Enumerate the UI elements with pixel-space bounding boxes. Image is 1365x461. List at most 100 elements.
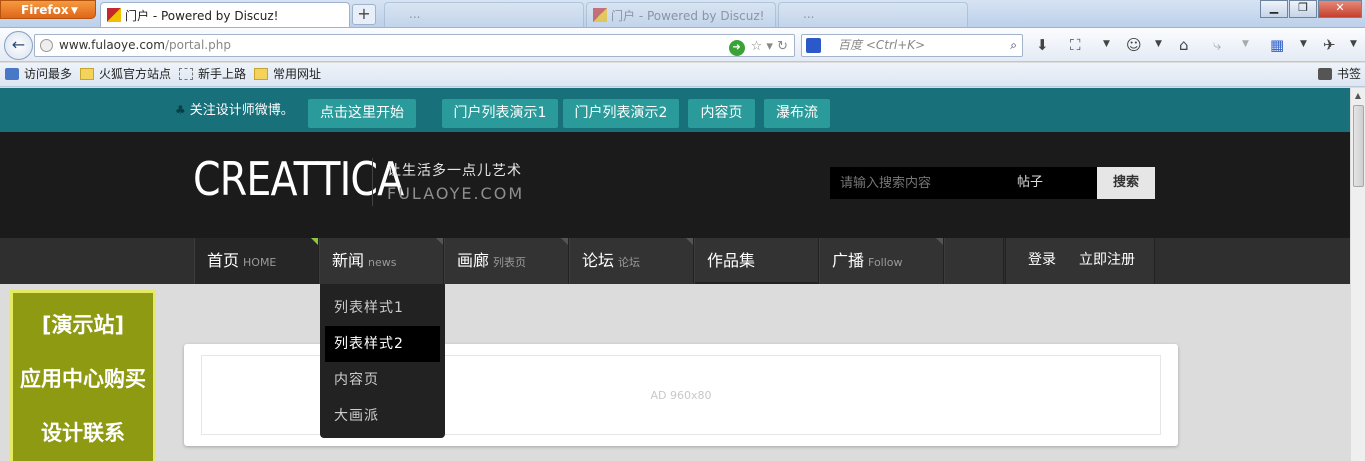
bookmark-star-icon[interactable]: ☆ <box>751 39 763 54</box>
bookmark-label: 新手上路 <box>198 67 247 81</box>
dropdown-item-dahuapai[interactable]: 大画派 <box>325 398 440 434</box>
corner-accent <box>311 238 318 245</box>
nav-sublabel: news <box>368 256 397 269</box>
nav-label: 首页 <box>207 251 240 270</box>
waterfall-button[interactable]: 瀑布流 <box>764 99 830 128</box>
address-bar[interactable]: www.fulaoye.com/portal.php ➜ ☆ ▾ ↻ <box>34 34 795 57</box>
nav-label: 作品集 <box>707 251 756 270</box>
back-arrow-icon[interactable]: ← <box>4 31 33 60</box>
nav-item-forum[interactable]: 论坛 论坛 <box>569 238 694 284</box>
nav-item-broadcast[interactable]: 广播 Follow <box>819 238 944 284</box>
chevron-down-icon[interactable]: ▾ <box>766 39 773 54</box>
search-type-select[interactable]: 帖子 <box>1017 167 1043 199</box>
chevron-down-icon[interactable]: ▼ <box>1350 39 1357 49</box>
logo-divider <box>372 158 373 206</box>
firefox-menu-button[interactable]: Firefox ▼ <box>0 0 96 19</box>
bookmark-label: 火狐官方站点 <box>99 67 172 81</box>
side-ad-design-contact[interactable]: 设计联系 <box>13 417 153 447</box>
url-path: /portal.php <box>164 38 231 52</box>
chevron-down-icon: ▼ <box>71 6 78 16</box>
search-engine-icon[interactable] <box>806 38 821 53</box>
dropdown-item-content-page[interactable]: 内容页 <box>325 362 440 398</box>
weibo-follow[interactable]: ♣ 关注设计师微博。 <box>175 88 294 133</box>
bookmark-common-sites[interactable]: 常用网址 <box>254 63 321 86</box>
side-ad-app-center[interactable]: 应用中心购买 <box>13 363 153 393</box>
dropdown-item-list-style-2[interactable]: 列表样式2 <box>325 326 440 362</box>
site-domain: FULAOYE.COM <box>387 184 525 203</box>
maximize-button[interactable]: ❐ <box>1289 0 1317 18</box>
tab-inactive[interactable]: ... <box>778 2 968 27</box>
site-slogan: 让生活多一点儿艺术 <box>387 163 522 179</box>
extension-icon[interactable]: ✈ <box>1323 36 1336 54</box>
browser-search-field[interactable]: 百度 <Ctrl+K> ⌕ <box>801 34 1023 57</box>
sync-icon[interactable]: ⤷ <box>1213 36 1221 54</box>
page-icon <box>179 68 193 80</box>
chevron-down-icon[interactable]: ▼ <box>1300 39 1307 49</box>
portal-list-demo2-button[interactable]: 门户列表演示2 <box>563 99 679 128</box>
main-navigation: 首页 HOME 新闻 news 画廊 列表页 论坛 论坛 作品集 广播 Follow 登录… <box>0 238 1350 284</box>
chevron-down-icon[interactable]: ▼ <box>1103 39 1110 49</box>
reload-icon[interactable]: ↻ <box>777 39 788 54</box>
bookmarks-menu-button[interactable]: 书签 <box>1317 63 1361 86</box>
addon-icon[interactable]: ☺ <box>1126 36 1142 54</box>
corner-accent <box>686 238 693 245</box>
login-link[interactable]: 登录 <box>1028 238 1056 282</box>
folder-icon <box>80 68 94 80</box>
tab-title: ... <box>803 7 815 21</box>
tab-title: ... <box>409 7 421 21</box>
nav-spacer <box>944 238 1004 284</box>
go-icon[interactable]: ➜ <box>728 40 745 56</box>
bookmark-label: 书签 <box>1336 67 1361 81</box>
site-favicon-icon <box>593 8 607 22</box>
nav-underline <box>695 282 818 284</box>
nav-item-news[interactable]: 新闻 news <box>319 238 444 284</box>
search-icon[interactable]: ⌕ <box>1010 35 1017 56</box>
nav-item-portfolio[interactable]: 作品集 <box>694 238 819 284</box>
scroll-up-arrow-icon[interactable]: ▲ <box>1351 88 1365 103</box>
site-search-input[interactable] <box>830 167 1010 199</box>
nav-label: 新闻 <box>332 251 365 270</box>
login-area: 登录 立即注册 <box>1005 238 1155 284</box>
tab-inactive[interactable]: ... <box>384 2 584 27</box>
smart-folder-icon <box>5 68 19 80</box>
browser-tab-bar: Firefox ▼ 门户 - Powered by Discuz! + ... … <box>0 0 1365 28</box>
bookmark-getting-started[interactable]: 新手上路 <box>179 63 246 86</box>
portal-list-demo1-button[interactable]: 门户列表演示1 <box>442 99 558 128</box>
close-window-button[interactable]: ✕ <box>1318 0 1362 18</box>
tab-active[interactable]: 门户 - Powered by Discuz! <box>100 2 350 27</box>
register-link[interactable]: 立即注册 <box>1079 238 1135 282</box>
folder-icon <box>254 68 268 80</box>
news-dropdown-menu: 列表样式1 列表样式2 内容页 大画派 <box>320 284 445 438</box>
firefox-menu-label: Firefox <box>21 3 69 17</box>
globe-icon <box>40 39 53 52</box>
dropdown-item-list-style-1[interactable]: 列表样式1 <box>325 290 440 326</box>
side-advert[interactable]: [演示站] 应用中心购买 设计联系 <box>10 290 156 461</box>
tab-title: 门户 - Powered by Discuz! <box>125 9 279 23</box>
search-button[interactable]: 搜索 <box>1097 167 1155 199</box>
screenshot-icon[interactable]: ⛶ <box>1070 36 1081 54</box>
apps-grid-icon[interactable]: ▦ <box>1270 36 1284 54</box>
site-header: CREATTICA 让生活多一点儿艺术 FULAOYE.COM 帖子 搜索 <box>0 132 1350 238</box>
chevron-down-icon[interactable]: ▼ <box>1242 39 1249 49</box>
home-icon[interactable]: ⌂ <box>1179 36 1189 54</box>
bookmark-most-visited[interactable]: 访问最多 <box>5 63 72 86</box>
nav-sublabel: 列表页 <box>493 256 527 269</box>
vertical-scrollbar[interactable]: ▲ <box>1350 88 1365 461</box>
corner-accent <box>561 238 568 245</box>
nav-label: 画廊 <box>457 251 490 270</box>
nav-label: 广播 <box>832 251 865 270</box>
site-favicon-icon <box>107 8 121 22</box>
scrollbar-thumb[interactable] <box>1353 105 1364 187</box>
nav-item-gallery[interactable]: 画廊 列表页 <box>444 238 569 284</box>
side-ad-demo-site[interactable]: [演示站] <box>13 309 153 339</box>
chevron-down-icon[interactable]: ▼ <box>1155 39 1162 49</box>
tab-inactive[interactable]: 门户 - Powered by Discuz! <box>586 2 776 27</box>
minimize-button[interactable]: ▁ <box>1260 0 1288 18</box>
bookmark-firefox-site[interactable]: 火狐官方站点 <box>80 63 171 86</box>
content-page-button[interactable]: 内容页 <box>688 99 755 128</box>
download-icon[interactable]: ⬇ <box>1036 36 1049 54</box>
nav-item-home[interactable]: 首页 HOME <box>194 238 319 284</box>
new-tab-button[interactable]: + <box>352 4 376 25</box>
start-here-button[interactable]: 点击这里开始 <box>308 99 416 128</box>
bookmarks-icon <box>1317 68 1332 80</box>
